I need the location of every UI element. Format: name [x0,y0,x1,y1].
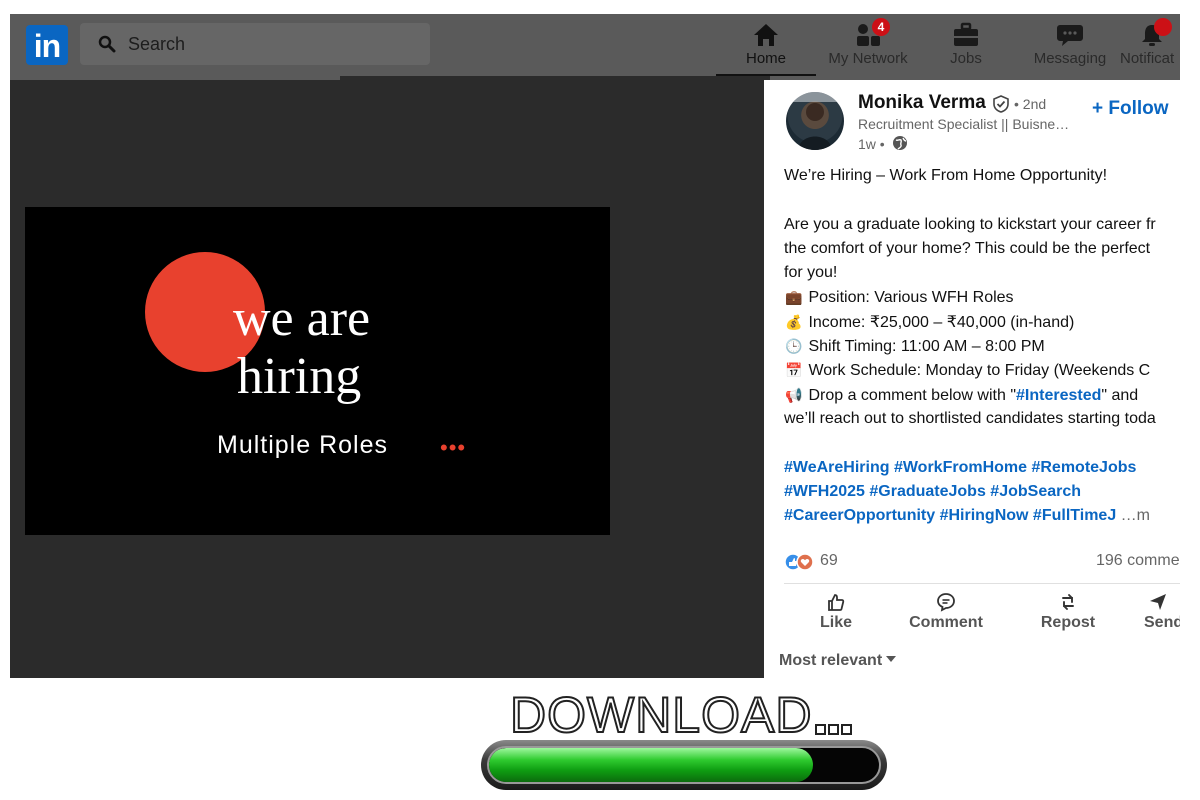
briefcase-emoji-icon: 💼 [785,289,803,306]
network-icon: 4 [854,18,890,48]
progress-track [487,746,881,784]
repost-icon [1062,594,1074,610]
messaging-icon [1056,22,1084,48]
top-navigation-bar: in Search Home 4 My Network Jobs Messagi… [10,14,1180,80]
see-more-link[interactable]: …m [1121,507,1150,524]
globe-icon [893,136,907,150]
download-progress-bar [481,740,887,790]
nav-my-network[interactable]: 4 My Network [818,18,918,76]
drop-text-end: " and [1101,386,1139,404]
nav-messaging-label: Messaging [1033,50,1107,67]
post-time: 1w • [858,136,885,152]
hashtag-line-last: #CareerOpportunity #HiringNow #FullTimeJ… [784,504,1180,528]
like-label: Like [819,614,852,631]
post-body: We’re Hiring – Work From Home Opportunit… [784,164,1180,528]
author-avatar[interactable] [786,92,844,150]
caret-down-icon [886,656,897,662]
post-line-income: 💰 Income: ₹25,000 – ₹40,000 (in-hand) [784,310,1180,334]
income-text: Income: ₹25,000 – ₹40,000 (in-hand) [808,313,1075,331]
hiring-video[interactable]: we are hiring Multiple Roles ••• [25,207,610,535]
notifications-badge [1154,18,1172,36]
thumbs-up-icon [828,594,845,611]
shift-text: Shift Timing: 11:00 AM – 8:00 PM [808,338,1045,356]
download-overlay-text: DOWNLOAD [509,687,813,743]
briefcase-icon [952,22,980,48]
hashtag-line[interactable]: #WFH2025 #GraduateJobs #JobSearch [784,480,1180,504]
divider [784,583,1180,584]
nav-notifications[interactable]: Notificat [1120,18,1180,76]
comment-icon [937,593,955,612]
megaphone-emoji-icon: 📢 [785,386,803,403]
reactions-icon[interactable] [784,553,818,571]
search-box[interactable]: Search [80,23,430,65]
sort-label: Most relevant [779,652,883,669]
nav-my-network-label: My Network [828,50,908,67]
nav-messaging[interactable]: Messaging [1020,18,1120,76]
video-text-we-are: we are [233,290,371,347]
video-text-hiring: hiring [237,348,362,405]
connection-degree: • 2nd [1014,96,1047,112]
app-window: in Search Home 4 My Network Jobs Messagi… [10,14,1180,678]
nav-home-label: Home [745,50,786,67]
sort-comments-dropdown[interactable]: Most relevant [779,652,897,670]
nav-jobs[interactable]: Jobs [926,18,1006,76]
post-line: Are you a graduate looking to kickstart … [784,215,1156,233]
post-line-position: 💼 Position: Various WFH Roles [784,285,1180,309]
post-panel: Monika Verma • 2nd Recruitment Specialis… [764,80,1180,678]
post-line-schedule: 📅 Work Schedule: Monday to Friday (Weeke… [784,358,1180,382]
verified-icon [993,95,1009,113]
comment-label: Comment [909,614,983,631]
bell-icon [1138,18,1172,48]
video-text-multiple-roles: Multiple Roles [217,431,389,459]
money-bag-emoji-icon: 💰 [785,313,803,330]
comments-count[interactable]: 196 comme [1096,552,1180,570]
comment-button[interactable]: Comment [904,592,988,632]
position-text: Position: Various WFH Roles [808,289,1014,307]
repost-button[interactable]: Repost [1036,592,1100,632]
nav-jobs-label: Jobs [950,50,982,67]
progress-fill [489,748,813,782]
linkedin-logo[interactable]: in [26,25,68,65]
search-input[interactable]: Search [128,34,185,55]
hashtag-line[interactable]: #WeAreHiring #WorkFromHome #RemoteJobs [784,456,1180,480]
author-name[interactable]: Monika Verma [858,92,986,114]
hashtag-interested[interactable]: #Interested [1016,387,1101,404]
send-label: Send [1144,614,1180,631]
schedule-text: Work Schedule: Monday to Friday (Weekend… [808,362,1151,380]
drop-text-start: Drop a comment below with " [808,386,1016,404]
search-icon [98,35,116,53]
clock-emoji-icon: 🕒 [785,338,803,355]
download-dots-icon [815,722,854,740]
post-line: the comfort of your home? This could be … [784,239,1151,257]
like-button[interactable]: Like [808,592,864,632]
social-counts: 69 196 comme [784,551,1180,573]
post-line: for you! [784,264,838,282]
video-stage: we are hiring Multiple Roles ••• [10,80,764,678]
author-headline: Recruitment Specialist || Buisne… [858,116,1070,132]
send-icon [1150,594,1166,610]
nav-home[interactable]: Home [716,18,816,76]
send-button[interactable]: Send [1144,592,1180,632]
home-icon [752,22,780,48]
calendar-emoji-icon: 📅 [785,362,803,379]
network-badge: 4 [872,18,890,36]
reactions-count[interactable]: 69 [820,552,838,570]
post-line-drop-comment: 📢 Drop a comment below with "#Interested… [784,383,1180,407]
video-red-dots: ••• [440,435,467,460]
post-line: we’ll reach out to shortlisted candidate… [784,409,1156,427]
post-line: We’re Hiring – Work From Home Opportunit… [784,167,1108,184]
repost-label: Repost [1040,614,1096,631]
hashtag-line[interactable]: #CareerOpportunity #HiringNow #FullTimeJ [784,507,1116,524]
post-line-shift: 🕒 Shift Timing: 11:00 AM – 8:00 PM [784,334,1180,358]
follow-button[interactable]: + Follow [1092,98,1169,120]
nav-notifications-label: Notificat [1120,50,1175,67]
